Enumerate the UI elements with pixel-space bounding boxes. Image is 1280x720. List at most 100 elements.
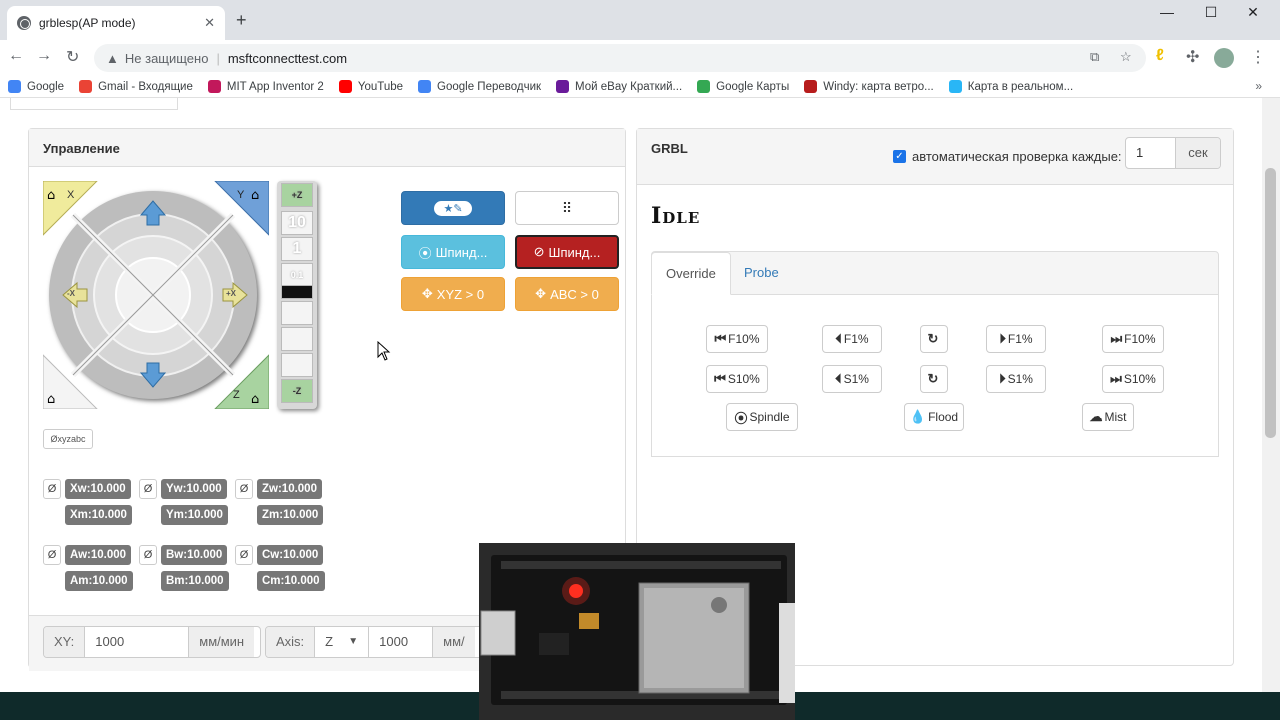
star-icon[interactable]: ☆ — [1120, 49, 1132, 65]
auto-check-unit: сек — [1176, 138, 1220, 168]
reload-icon[interactable]: ↻ — [66, 47, 79, 67]
speed-reset-button[interactable]: ↻ — [920, 365, 948, 393]
svg-text:⌂: ⌂ — [47, 188, 55, 203]
speed-minus-1-button[interactable]: ⏴ S1% — [822, 365, 882, 393]
minus-x-label: -X — [67, 289, 75, 298]
new-tab-button[interactable]: + — [236, 10, 247, 31]
forward-icon[interactable]: → — [36, 47, 52, 65]
z-step-1[interactable]: 1 — [281, 237, 313, 261]
xyz-zero-button[interactable]: ✥ XYZ > 0 — [401, 277, 505, 311]
bookmark-item[interactable]: Google Переводчик — [418, 80, 541, 93]
speed-plus-1-button[interactable]: ⏵ S1% — [986, 365, 1046, 393]
address-bar[interactable]: ▲ Не защищено | msftconnecttest.com ⧉ ☆ — [94, 44, 1146, 72]
zero-all-axes-button[interactable]: Øxyzabc — [43, 429, 93, 449]
bookmark-item[interactable]: Google — [8, 80, 64, 93]
bookmark-favicon-icon — [418, 80, 432, 93]
step-icon: ⏭ — [1110, 371, 1122, 386]
bookmark-item[interactable]: Windy: карта ветро... — [804, 80, 934, 93]
tab-probe[interactable]: Probe — [730, 252, 793, 295]
extension-icon[interactable]: ℓ — [1156, 47, 1164, 65]
url-text: msftconnecttest.com — [227, 50, 348, 66]
close-tab-icon[interactable]: ✕ — [204, 15, 215, 31]
work-position-badge: Yw:10.000 — [161, 479, 227, 499]
override-label: S1% — [1007, 372, 1033, 386]
machine-position-badge: Ym:10.000 — [161, 505, 228, 525]
maximize-button[interactable]: ☐ — [1188, 4, 1234, 21]
z-step-0-1[interactable]: 0.1 — [281, 263, 313, 287]
auto-check-input[interactable]: 1 — [1126, 138, 1176, 168]
scrollbar-thumb[interactable] — [1265, 168, 1276, 438]
bookmark-item[interactable]: Google Карты — [697, 80, 789, 93]
avatar[interactable] — [1214, 48, 1234, 68]
spindle-off-button[interactable]: ⊘ Шпинд... — [515, 235, 619, 269]
bookmark-item[interactable]: Gmail - Входящие — [79, 80, 193, 93]
z-step-n1[interactable] — [281, 301, 313, 325]
puzzle-icon[interactable]: ✣ — [1186, 47, 1199, 67]
grid-icon: ⠿ — [561, 199, 573, 216]
svg-text:⌂: ⌂ — [251, 188, 259, 203]
minimize-button[interactable]: — — [1144, 4, 1190, 20]
feed-plus-10-button[interactable]: ⏭ F10% — [1102, 325, 1164, 353]
page-scrollbar[interactable] — [1262, 98, 1280, 692]
axis-feed-unit: мм/ — [433, 627, 475, 657]
zero-axis-button[interactable]: Ø — [43, 545, 61, 565]
translate-icon[interactable]: ⧉ — [1090, 49, 1099, 65]
mist-toggle-button[interactable]: ☁ Mist — [1082, 403, 1134, 431]
feed-minus-10-button[interactable]: ⏮ F10% — [706, 325, 768, 353]
bookmark-item[interactable]: MIT App Inventor 2 — [207, 80, 324, 93]
security-label: Не защищено — [124, 50, 209, 66]
axis-feed-input[interactable]: 1000 — [369, 627, 434, 657]
tab-title: grblesp(AP mode) — [39, 16, 136, 30]
bookmark-label: MIT App Inventor 2 — [226, 80, 324, 93]
bookmark-label: Карта в реальном... — [967, 80, 1074, 93]
abc-zero-button[interactable]: ✥ ABC > 0 — [515, 277, 619, 311]
spindle-off-label: Шпинд... — [548, 244, 601, 260]
auto-check-group: ✓ автоматическая проверка каждые: — [893, 149, 1122, 164]
work-position-badge: Cw:10.000 — [257, 545, 324, 565]
toggle-label: Flood — [928, 410, 959, 424]
zero-axis-button[interactable]: Ø — [139, 545, 157, 565]
xy-feed-input[interactable]: 1000 — [85, 627, 190, 657]
browser-tab[interactable]: grblesp(AP mode) ✕ — [7, 6, 225, 40]
axis-select-value: Z — [325, 634, 334, 649]
speed-plus-10-button[interactable]: ⏭ S10% — [1102, 365, 1164, 393]
z-step-n2[interactable] — [281, 327, 313, 351]
spindle-on-button[interactable]: ⦿ Шпинд... — [401, 235, 505, 269]
window-close-button[interactable]: ✕ — [1230, 4, 1276, 21]
speed-minus-10-button[interactable]: ⏮ S10% — [706, 365, 768, 393]
macro-edit-button[interactable]: ★✎ — [401, 191, 505, 225]
plus-z-button[interactable]: +Z — [281, 183, 313, 207]
flood-toggle-button[interactable]: 💧 Flood — [904, 403, 964, 431]
feed-reset-button[interactable]: ↻ — [920, 325, 948, 353]
minus-z-button[interactable]: -Z — [281, 379, 313, 403]
bookmark-favicon-icon — [338, 80, 352, 93]
back-icon[interactable]: ← — [8, 47, 24, 65]
axis-select[interactable]: Z ▼ — [315, 627, 370, 657]
z-step-10[interactable]: 10 — [281, 211, 313, 235]
zero-axis-button[interactable]: Ø — [43, 479, 61, 499]
auto-check-checkbox[interactable]: ✓ — [893, 150, 906, 163]
zero-axis-button[interactable]: Ø — [235, 479, 253, 499]
bookmarks-overflow-icon[interactable]: » — [1255, 79, 1262, 93]
bookmark-favicon-icon — [207, 80, 221, 93]
home-z-button[interactable]: ⌂ — [213, 353, 269, 409]
zero-axis-button[interactable]: Ø — [235, 545, 253, 565]
keypad-button[interactable]: ⠿ — [515, 191, 619, 225]
tab-override[interactable]: Override — [651, 252, 731, 295]
home-x-label: X — [67, 189, 75, 201]
svg-text:⌂: ⌂ — [47, 392, 55, 407]
bookmark-item[interactable]: Карта в реальном... — [948, 80, 1074, 93]
feed-plus-1-button[interactable]: ⏵ F1% — [986, 325, 1046, 353]
zero-axis-button[interactable]: Ø — [139, 479, 157, 499]
bookmark-item[interactable]: Мой eBay Краткий... — [556, 80, 682, 93]
globe-icon — [17, 16, 31, 30]
feed-minus-1-button[interactable]: ⏴ F1% — [822, 325, 882, 353]
step-icon: ⏵ — [999, 371, 1006, 386]
axis-feed-group: Axis: Z ▼ 1000 мм/ — [265, 626, 515, 658]
toggle-label: Spindle — [749, 410, 790, 424]
home-all-button[interactable]: ⌂ — [43, 353, 99, 409]
z-step-n3[interactable] — [281, 353, 313, 377]
spindle-toggle-button[interactable]: ⦿ Spindle — [726, 403, 798, 431]
menu-icon[interactable]: ⋮ — [1250, 47, 1266, 67]
bookmark-item[interactable]: YouTube — [338, 80, 403, 93]
